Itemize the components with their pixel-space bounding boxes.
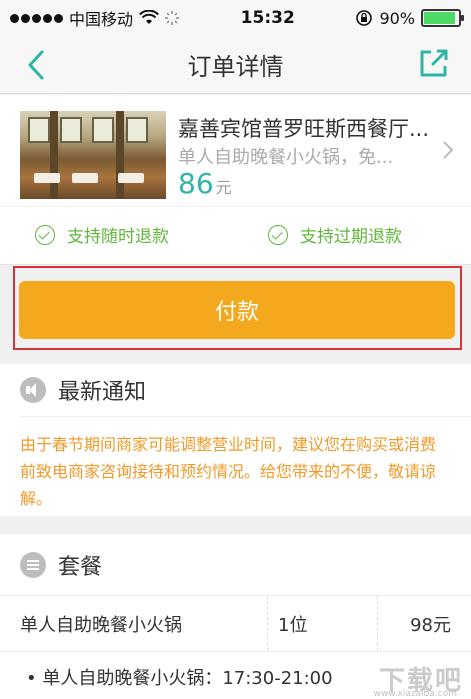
notice-section: 最新通知 由于春节期间商家可能调整营业时间，建议您在购买或消费前致电商家咨询接待…: [0, 364, 471, 516]
combo-item-name: 单人自助晚餐小火锅: [0, 596, 268, 651]
list-icon: [20, 551, 46, 578]
pay-button[interactable]: 付款: [19, 281, 455, 339]
deal-name: 嘉善宾馆普罗旺斯西餐厅...: [178, 117, 430, 141]
check-circle-icon: [35, 224, 55, 245]
battery-icon: [421, 9, 464, 27]
combo-item-price: 98元: [410, 614, 451, 636]
notice-text: 由于春节期间商家可能调整营业时间，建议您在购买或消费前致电商家咨询接待和预约情况…: [20, 435, 437, 508]
deal-card: 嘉善宾馆普罗旺斯西餐厅... 单人自助晚餐小火锅，免... 86 元 支持随时退款…: [0, 95, 471, 265]
loading-icon: [165, 11, 180, 25]
watermark-url: www.xiazaiba.com: [373, 689, 457, 699]
price-value: 86: [178, 167, 214, 200]
speaker-icon: [20, 377, 46, 403]
refund-anytime-label: 支持随时退款: [67, 227, 169, 247]
check-circle-icon: [268, 224, 288, 245]
notice-title: 最新通知: [58, 380, 147, 405]
rotation-lock-icon: [356, 10, 373, 26]
combo-item-qty: 1位: [268, 596, 378, 651]
deal-price: 86 元: [178, 167, 232, 200]
status-time: 15:32: [240, 8, 295, 28]
share-icon[interactable]: [417, 46, 451, 80]
carrier-label: 中国移动: [69, 10, 134, 29]
notice-header: 最新通知: [0, 364, 471, 416]
price-unit: 元: [215, 178, 232, 197]
status-left: 中国移动: [10, 6, 200, 30]
status-right: 90%: [355, 8, 464, 28]
deal-description: 单人自助晚餐小火锅，免...: [178, 147, 394, 168]
signal-icon: [10, 13, 63, 23]
nav-bar: 订单详情: [0, 36, 471, 94]
combo-title: 套餐: [58, 554, 103, 580]
back-icon[interactable]: [22, 48, 52, 82]
pay-section: 付款: [0, 266, 471, 354]
refund-anytime: 支持随时退款: [35, 222, 169, 247]
status-bar: 中国移动 15:32 90%: [0, 0, 471, 36]
chevron-right-icon: [443, 141, 454, 159]
wifi-icon: [139, 10, 159, 24]
table-row: 单人自助晚餐小火锅 1位 98元: [0, 596, 471, 652]
combo-header: 套餐: [0, 534, 471, 596]
refund-policies: 支持随时退款 支持过期退款: [0, 208, 471, 265]
deal-thumbnail: [20, 111, 166, 199]
battery-fill: [424, 12, 455, 24]
refund-expired-label: 支持过期退款: [300, 227, 402, 247]
page-title: 订单详情: [187, 53, 284, 81]
refund-expired: 支持过期退款: [268, 222, 402, 247]
deal-summary[interactable]: 嘉善宾馆普罗旺斯西餐厅... 单人自助晚餐小火锅，免... 86 元: [0, 95, 471, 207]
battery-percent: 90%: [379, 8, 415, 28]
